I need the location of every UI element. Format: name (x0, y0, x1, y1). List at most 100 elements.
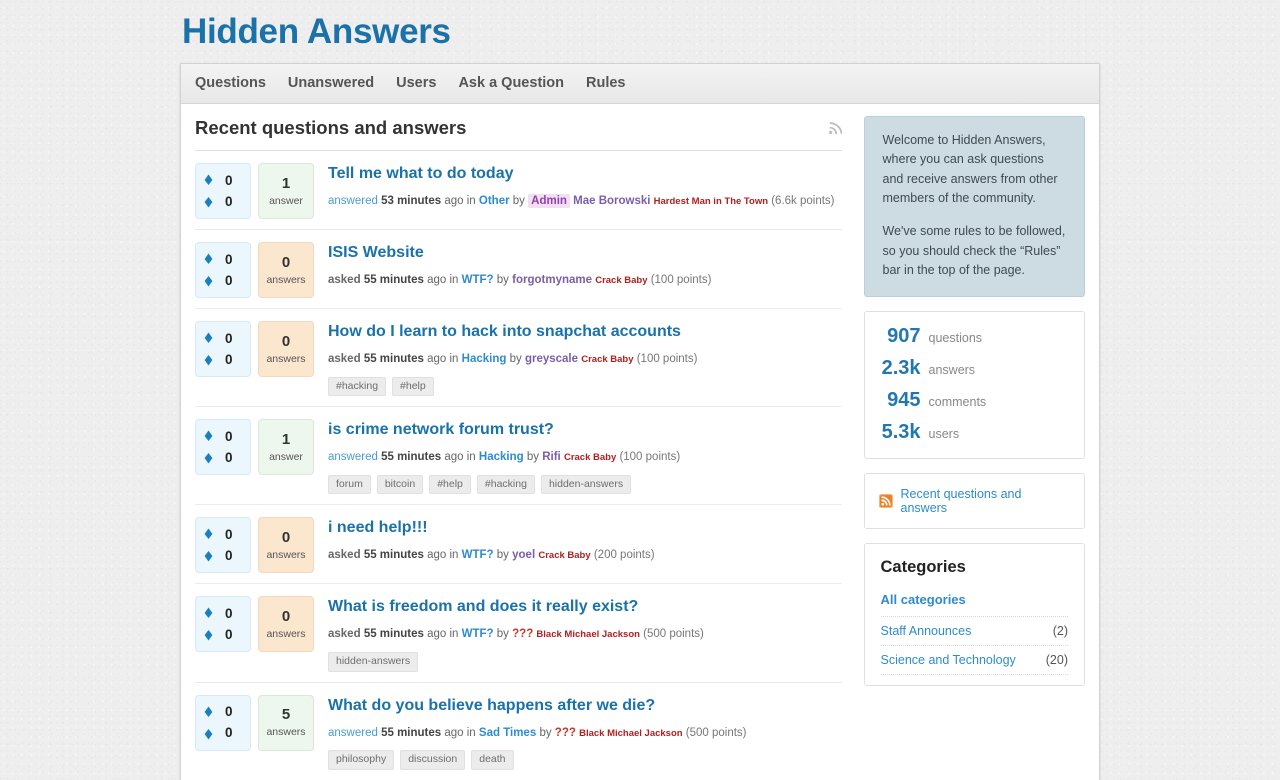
upvote-line[interactable]: 0 (203, 249, 250, 270)
meta-ago: ago in (444, 195, 475, 207)
meta-category-link[interactable]: WTF? (462, 628, 494, 640)
downvote-line[interactable]: 0 (203, 270, 250, 291)
question-title-link[interactable]: is crime network forum trust? (328, 420, 554, 440)
meta-category-link[interactable]: WTF? (462, 274, 494, 286)
upvote-line[interactable]: 0 (203, 328, 250, 349)
answer-count: 0 (282, 609, 290, 624)
meta-category-link[interactable]: Other (479, 195, 510, 207)
downvote-count: 0 (225, 353, 233, 367)
question-title-link[interactable]: ISIS Website (328, 243, 424, 263)
tag-chip[interactable]: discussion (400, 750, 465, 770)
answer-count-label: answer (269, 196, 303, 207)
meta-user-points: (500 points) (686, 727, 747, 739)
upvote-line[interactable]: 0 (203, 702, 250, 723)
stat-value: 5.3k (875, 420, 921, 444)
feed-widget: Recent questions and answers (864, 473, 1085, 529)
tag-chip[interactable]: philosophy (328, 750, 394, 770)
meta-user-rank: Crack Baby (564, 452, 616, 463)
upvote-line[interactable]: 0 (203, 524, 250, 545)
downvote-line[interactable]: 0 (203, 191, 250, 212)
meta-time: 55 minutes (381, 451, 441, 463)
question-title-link[interactable]: What do you believe happens after we die… (328, 696, 655, 716)
tag-chip[interactable]: death (471, 750, 513, 770)
downvote-arrow-icon[interactable] (203, 727, 214, 740)
nav-unanswered[interactable]: Unanswered (288, 75, 374, 91)
meta-user-link[interactable]: ??? (512, 628, 533, 640)
answer-count-box[interactable]: 1answer (258, 163, 314, 219)
downvote-arrow-icon[interactable] (203, 195, 214, 208)
meta-category-link[interactable]: WTF? (462, 549, 494, 561)
meta-user-link[interactable]: Mae Borowski (573, 195, 650, 207)
tag-chip[interactable]: bitcoin (377, 475, 423, 495)
upvote-arrow-icon[interactable] (203, 607, 214, 620)
tag-chip[interactable]: #help (392, 377, 434, 397)
tag-chip[interactable]: #help (429, 475, 471, 495)
question-title-link[interactable]: Tell me what to do today (328, 164, 514, 184)
feed-link[interactable]: Recent questions and answers (901, 487, 1070, 515)
meta-user-link[interactable]: forgotmyname (512, 274, 592, 286)
site-logo[interactable]: Hidden Answers (182, 14, 451, 51)
tag-chip[interactable]: #hacking (477, 475, 535, 495)
downvote-arrow-icon[interactable] (203, 274, 214, 287)
upvote-arrow-icon[interactable] (203, 706, 214, 719)
category-all[interactable]: All categories (881, 592, 1068, 617)
upvote-arrow-icon[interactable] (203, 332, 214, 345)
meta-user-link[interactable]: ??? (555, 727, 576, 739)
nav-users[interactable]: Users (396, 75, 436, 91)
upvote-arrow-icon[interactable] (203, 253, 214, 266)
category-link[interactable]: Science and Technology (881, 653, 1016, 667)
upvote-arrow-icon[interactable] (203, 174, 214, 187)
answer-count-box[interactable]: 1answer (258, 419, 314, 475)
downvote-line[interactable]: 0 (203, 624, 250, 645)
downvote-line[interactable]: 0 (203, 723, 250, 744)
question-title-link[interactable]: What is freedom and does it really exist… (328, 597, 638, 617)
upvote-line[interactable]: 0 (203, 603, 250, 624)
nav-rules[interactable]: Rules (586, 75, 626, 91)
meta-user-points: (200 points) (594, 549, 655, 561)
meta-user-link[interactable]: yoel (512, 549, 535, 561)
tag-chip[interactable]: forum (328, 475, 371, 495)
nav-questions[interactable]: Questions (195, 75, 266, 91)
nav-ask-a-question[interactable]: Ask a Question (458, 75, 564, 91)
meta-action[interactable]: answered (328, 727, 378, 739)
rss-icon[interactable] (828, 121, 842, 135)
answer-count-box[interactable]: 0answers (258, 242, 314, 298)
meta-user-points: (500 points) (643, 628, 704, 640)
answer-count-box[interactable]: 0answers (258, 321, 314, 377)
stat-label: users (929, 427, 960, 441)
downvote-line[interactable]: 0 (203, 447, 250, 468)
meta-user-link[interactable]: greyscale (525, 353, 578, 365)
category-link[interactable]: Staff Announces (881, 624, 972, 638)
downvote-line[interactable]: 0 (203, 545, 250, 566)
upvote-count: 0 (225, 430, 233, 444)
answer-count-box[interactable]: 0answers (258, 517, 314, 573)
tag-chip[interactable]: hidden-answers (541, 475, 631, 495)
upvote-line[interactable]: 0 (203, 426, 250, 447)
meta-category-link[interactable]: Hacking (462, 353, 507, 365)
meta-category-link[interactable]: Hacking (479, 451, 524, 463)
question-title-link[interactable]: How do I learn to hack into snapchat acc… (328, 322, 681, 342)
upvote-arrow-icon[interactable] (203, 528, 214, 541)
meta-action[interactable]: answered (328, 195, 378, 207)
downvote-arrow-icon[interactable] (203, 353, 214, 366)
meta-by: by (513, 195, 525, 207)
downvote-line[interactable]: 0 (203, 349, 250, 370)
upvote-count: 0 (225, 253, 233, 267)
downvote-arrow-icon[interactable] (203, 451, 214, 464)
answer-count-box[interactable]: 5answers (258, 695, 314, 751)
upvote-arrow-icon[interactable] (203, 430, 214, 443)
upvote-count: 0 (225, 528, 233, 542)
downvote-arrow-icon[interactable] (203, 549, 214, 562)
question-title-link[interactable]: i need help!!! (328, 518, 428, 538)
downvote-arrow-icon[interactable] (203, 628, 214, 641)
tag-chip[interactable]: #hacking (328, 377, 386, 397)
tag-chip[interactable]: hidden-answers (328, 652, 418, 672)
answer-count-box[interactable]: 0answers (258, 596, 314, 652)
meta-category-link[interactable]: Sad Times (479, 727, 536, 739)
meta-user-link[interactable]: Rifi (542, 451, 561, 463)
vote-box: 00 (195, 517, 251, 573)
meta-action[interactable]: answered (328, 451, 378, 463)
question-meta: answered 55 minutes ago in Sad Times by … (328, 725, 842, 742)
upvote-line[interactable]: 0 (203, 170, 250, 191)
welcome-paragraph-1: Welcome to Hidden Answers, where you can… (883, 131, 1066, 209)
